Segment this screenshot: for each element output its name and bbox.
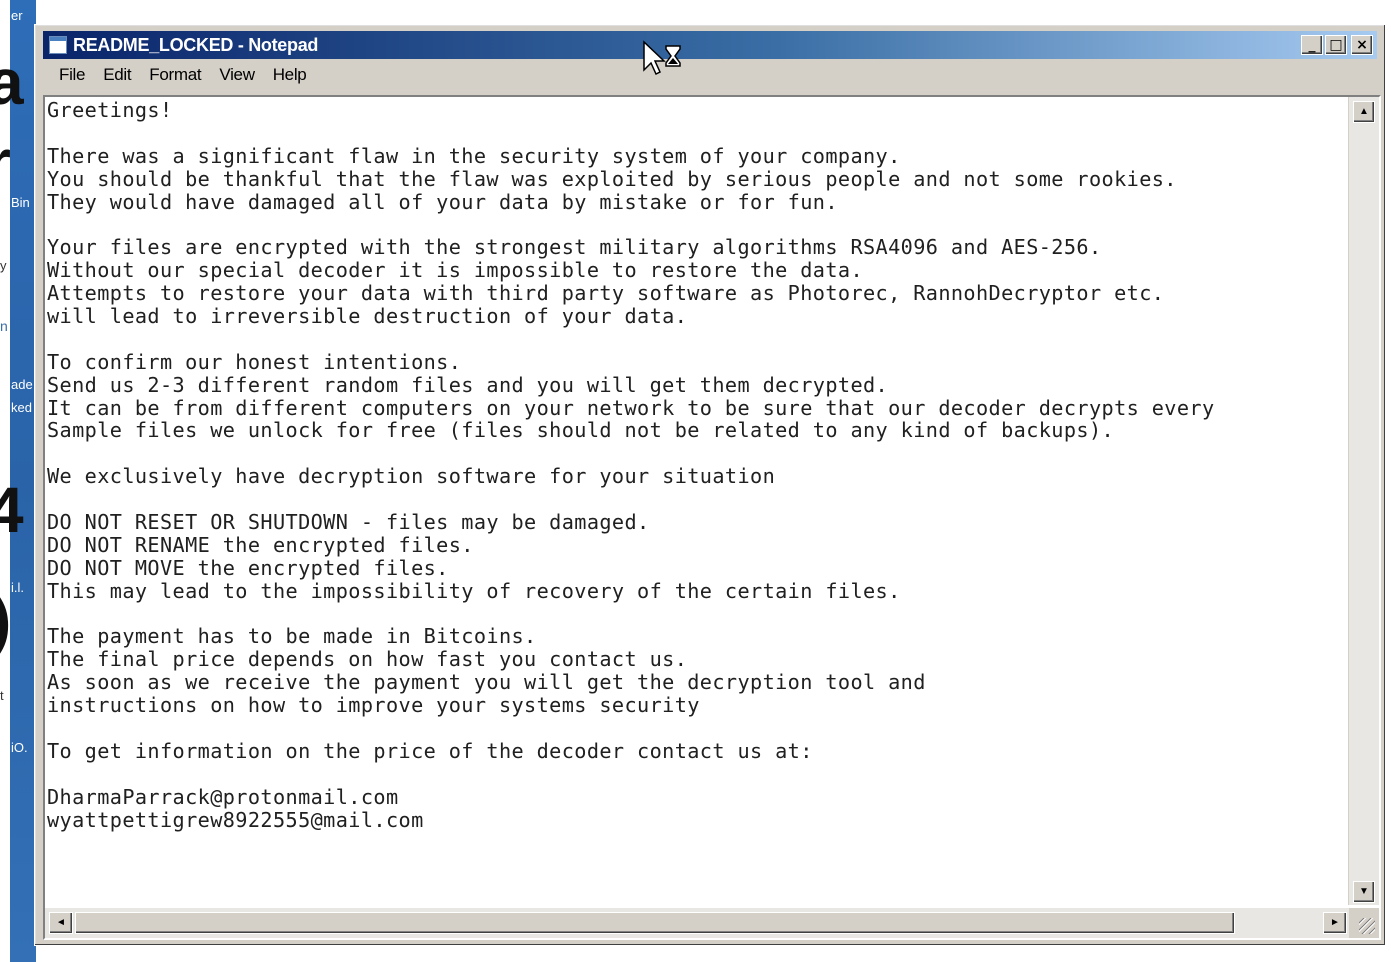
document-line: Greetings!: [47, 99, 173, 122]
background-text-fragment: t: [0, 688, 4, 703]
background-text-fragment: n: [0, 318, 8, 334]
document-line: DO NOT RESET OR SHUTDOWN - files may be …: [47, 510, 650, 535]
background-text-fragment: 4: [0, 474, 24, 546]
horizontal-scrollbar[interactable]: ◄ ►: [45, 908, 1351, 938]
desktop-icon-label[interactable]: iO.: [11, 740, 28, 755]
document-line: This may lead to the impossibility of re…: [47, 578, 901, 603]
desktop-icon-label[interactable]: er: [11, 8, 23, 23]
document-line: Without our special decoder it is imposs…: [47, 258, 864, 283]
desktop-icon-label[interactable]: ade: [11, 377, 33, 392]
document-line: As soon as we receive the payment you wi…: [47, 670, 926, 695]
document-line: DO NOT RENAME the encrypted files.: [47, 532, 474, 557]
menu-format[interactable]: Format: [141, 65, 211, 85]
minimize-button[interactable]: _: [1301, 35, 1323, 55]
document-line: To get information on the price of the d…: [47, 738, 813, 763]
document-line: To confirm our honest intentions.: [47, 349, 462, 374]
desktop-icon-label[interactable]: i.l.: [11, 580, 24, 595]
scroll-up-button[interactable]: ▲: [1353, 101, 1375, 123]
document-line: DharmaParrack@protonmail.com: [47, 784, 399, 809]
vertical-scrollbar[interactable]: ▲ ▼: [1348, 97, 1379, 905]
resize-grip[interactable]: [1349, 908, 1379, 938]
horizontal-scroll-thumb[interactable]: [75, 912, 1235, 934]
document-line: Attempts to restore your data with third…: [47, 281, 1165, 306]
document-line: You should be thankful that the flaw was…: [47, 166, 1177, 191]
desktop-background: er a r Bin y n ade ked 4 i.l. ) t iO.: [0, 0, 36, 962]
desktop-icon-label[interactable]: ked: [11, 400, 32, 415]
document-line: [47, 717, 1347, 740]
document-line: It can be from different computers on yo…: [47, 395, 1215, 420]
menu-view[interactable]: View: [211, 65, 264, 85]
document-line: will lead to irreversible destruction of…: [47, 304, 688, 329]
scroll-left-button[interactable]: ◄: [49, 912, 73, 934]
document-line: Sample files we unlock for free (files s…: [47, 418, 1115, 443]
document-line: wyattpettigrew8922555@mail.com: [47, 807, 424, 832]
document-line: instructions on how to improve your syst…: [47, 693, 700, 718]
scroll-right-button[interactable]: ►: [1323, 912, 1347, 934]
menu-bar: File Edit Format View Help: [43, 61, 1377, 89]
document-line: [47, 328, 1347, 351]
document-line: We exclusively have decryption software …: [47, 464, 776, 489]
document-line: Send us 2-3 different random files and y…: [47, 372, 889, 397]
busy-cursor-icon: [643, 40, 681, 76]
maximize-button[interactable]: □: [1325, 35, 1347, 55]
background-text-fragment: y: [0, 258, 7, 273]
title-bar[interactable]: README_LOCKED - Notepad _ □ ×: [43, 31, 1377, 59]
background-text-fragment: ): [0, 588, 11, 652]
document-line: [47, 213, 1347, 236]
text-editor[interactable]: Greetings! There was a significant flaw i…: [43, 95, 1381, 940]
document-line: There was a significant flaw in the secu…: [47, 143, 901, 168]
document-line: Your files are encrypted with the strong…: [47, 235, 1102, 260]
menu-edit[interactable]: Edit: [95, 65, 141, 85]
document-line: [47, 763, 1347, 786]
close-button[interactable]: ×: [1351, 35, 1373, 55]
document-line: [47, 488, 1347, 511]
document-line: [47, 442, 1347, 465]
notepad-icon[interactable]: [49, 36, 67, 54]
notepad-window: README_LOCKED - Notepad _ □ × File Edit …: [34, 24, 1386, 946]
document-line: The final price depends on how fast you …: [47, 647, 688, 672]
background-text-fragment: r: [0, 130, 11, 194]
desktop-icon-label[interactable]: Bin: [11, 195, 30, 210]
menu-file[interactable]: File: [51, 65, 95, 85]
document-line: They would have damaged all of your data…: [47, 189, 838, 214]
document-line: [47, 122, 1347, 145]
document-line: DO NOT MOVE the encrypted files.: [47, 555, 449, 580]
menu-help[interactable]: Help: [265, 65, 317, 85]
scroll-down-button[interactable]: ▼: [1353, 881, 1375, 903]
background-text-fragment: a: [0, 46, 24, 118]
document-line: [47, 603, 1347, 626]
document-line: The payment has to be made in Bitcoins.: [47, 624, 537, 649]
window-title: README_LOCKED - Notepad: [73, 34, 319, 55]
document-text[interactable]: Greetings! There was a significant flaw i…: [47, 99, 1347, 899]
